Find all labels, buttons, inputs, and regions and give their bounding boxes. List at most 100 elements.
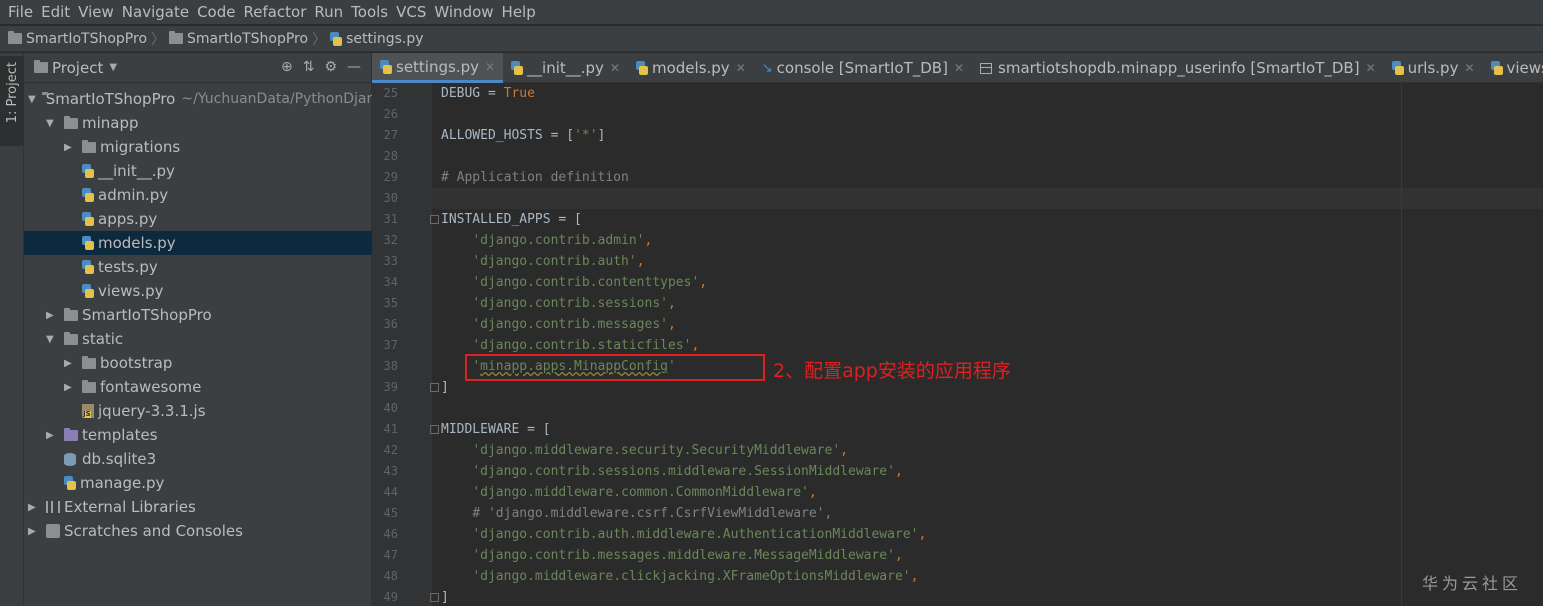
editor-tab[interactable]: __init__.py ✕: [503, 53, 628, 83]
tree-item[interactable]: ▶ fontawesome: [24, 375, 372, 399]
expand-right-icon[interactable]: ▶: [64, 358, 76, 369]
expand-right-icon[interactable]: ▶: [28, 502, 40, 513]
line-number: 46: [383, 527, 398, 541]
expand-right-icon[interactable]: ▶: [46, 430, 58, 441]
breadcrumb-folder[interactable]: SmartIoTShopPro 〉: [169, 29, 330, 49]
tree-item-label: tests.py: [98, 258, 158, 276]
menu-navigate[interactable]: Navigate: [118, 1, 193, 23]
editor-tab[interactable]: models.py ✕: [628, 53, 754, 83]
expand-right-icon[interactable]: ▶: [46, 310, 58, 321]
expand-right-icon[interactable]: ▶: [64, 142, 76, 153]
collapse-icon[interactable]: ⇅: [303, 59, 315, 75]
tree-item[interactable]: ▶ External Libraries: [24, 495, 372, 519]
editor-tab[interactable]: ↘ console [SmartIoT_DB] ✕: [754, 53, 972, 83]
close-icon[interactable]: ✕: [485, 60, 495, 74]
tree-item[interactable]: db.sqlite3: [24, 447, 372, 471]
tree-item[interactable]: manage.py: [24, 471, 372, 495]
code-token: 'django.middleware.clickjacking.XFrameOp…: [472, 569, 911, 584]
tree-item[interactable]: views.py: [24, 279, 372, 303]
menu-edit[interactable]: Edit: [37, 1, 74, 23]
menu-tools[interactable]: Tools: [347, 1, 392, 23]
tree-item[interactable]: apps.py: [24, 207, 372, 231]
tree-item[interactable]: admin.py: [24, 183, 372, 207]
chevron-right-icon: 〉: [312, 31, 327, 48]
database-icon: [64, 452, 76, 466]
locate-icon[interactable]: ⊕: [281, 59, 293, 75]
project-tool-window-button[interactable]: 1: Project: [0, 56, 24, 146]
code-token: 'django.contrib.contenttypes': [472, 275, 700, 290]
close-icon[interactable]: ✕: [1366, 61, 1376, 75]
console-icon: ↘: [761, 60, 773, 76]
close-icon[interactable]: ✕: [736, 61, 746, 75]
line-number: 40: [383, 401, 398, 415]
line-number: 49: [383, 590, 398, 604]
expand-down-icon[interactable]: ▼: [28, 94, 36, 105]
fold-marker-icon[interactable]: [430, 593, 439, 602]
tree-item[interactable]: __init__.py: [24, 159, 372, 183]
tree-item[interactable]: ▼ SmartIoTShopPro ~/YuchuanData/PythonDjan: [24, 87, 375, 111]
menu-code[interactable]: Code: [193, 1, 239, 23]
tree-item-label: admin.py: [98, 186, 169, 204]
code-line: INSTALLED_APPS = [: [441, 209, 582, 230]
menu-refactor[interactable]: Refactor: [239, 1, 310, 23]
menu-file[interactable]: File: [4, 1, 37, 23]
close-icon[interactable]: ✕: [954, 61, 964, 75]
gear-icon[interactable]: ⚙: [324, 59, 337, 75]
code-token: # Application definition: [441, 170, 629, 185]
line-number: 27: [383, 128, 398, 142]
fold-marker-icon[interactable]: [430, 425, 439, 434]
code-token: ]: [441, 380, 449, 395]
tree-item[interactable]: ▶ bootstrap: [24, 351, 372, 375]
line-number: 32: [383, 233, 398, 247]
folder-icon: [82, 139, 96, 153]
tab-label: console [SmartIoT_DB]: [776, 59, 948, 77]
expand-down-icon[interactable]: ▼: [46, 334, 58, 345]
editor-tab[interactable]: urls.py ✕: [1384, 53, 1483, 83]
menu-view[interactable]: View: [74, 1, 118, 23]
code-line: 'django.contrib.staticfiles',: [441, 335, 699, 356]
tree-item[interactable]: tests.py: [24, 255, 372, 279]
python-file-icon: [636, 61, 648, 75]
menu-vcs[interactable]: VCS: [392, 1, 430, 23]
tree-item[interactable]: ▼ static: [24, 327, 372, 351]
code-token: MIDDLEWARE = [: [441, 422, 551, 437]
tab-label: settings.py: [396, 57, 479, 76]
tree-item[interactable]: ▼ minapp: [24, 111, 372, 135]
fold-marker-icon[interactable]: [430, 383, 439, 392]
editor-tab[interactable]: smartiotshopdb.minapp_userinfo [SmartIoT…: [972, 53, 1384, 83]
expand-right-icon[interactable]: ▶: [64, 382, 76, 393]
expand-down-icon[interactable]: ▼: [46, 118, 58, 129]
fold-marker-icon[interactable]: [430, 215, 439, 224]
code-token: ,: [699, 275, 708, 290]
expand-right-icon[interactable]: ▶: [28, 526, 40, 537]
menu-window[interactable]: Window: [430, 1, 497, 23]
breadcrumb-project[interactable]: SmartIoTShopPro 〉: [8, 29, 169, 49]
code-token: ALLOWED_HOSTS = [: [441, 128, 575, 143]
code-line: 'django.contrib.admin',: [441, 230, 652, 251]
python-file-icon: [82, 260, 94, 274]
tab-label: smartiotshopdb.minapp_userinfo [SmartIoT…: [998, 59, 1360, 77]
tree-item[interactable]: jquery-3.3.1.js: [24, 399, 372, 423]
menu-run[interactable]: Run: [310, 1, 347, 23]
editor-tab[interactable]: views.py✕: [1483, 53, 1543, 83]
menu-help[interactable]: Help: [498, 1, 540, 23]
breadcrumb-file[interactable]: settings.py: [330, 31, 424, 47]
tree-item[interactable]: ▶ Scratches and Consoles: [24, 519, 372, 543]
close-icon[interactable]: ✕: [610, 61, 620, 75]
tree-item[interactable]: models.py: [24, 231, 372, 255]
tree-item[interactable]: ▶ templates: [24, 423, 372, 447]
tree-item-label: External Libraries: [64, 498, 196, 516]
panel-toolbar: ⊕ ⇅ ⚙ —: [281, 59, 361, 75]
tree-item[interactable]: ▶ migrations: [24, 135, 372, 159]
minimize-icon[interactable]: —: [347, 59, 361, 75]
tree-item[interactable]: ▶ SmartIoTShopPro: [24, 303, 372, 327]
close-icon[interactable]: ✕: [1464, 61, 1474, 75]
chevron-down-icon[interactable]: ▼: [109, 62, 117, 73]
editor-tab[interactable]: settings.py ✕: [372, 53, 504, 83]
right-margin-guide: [1401, 83, 1402, 606]
folder-icon: [64, 307, 78, 321]
folder-icon: [82, 355, 96, 369]
